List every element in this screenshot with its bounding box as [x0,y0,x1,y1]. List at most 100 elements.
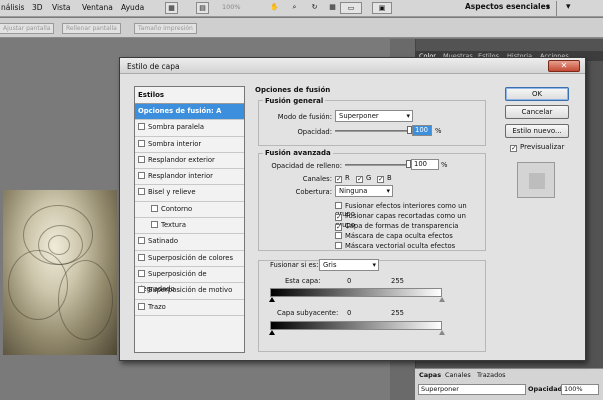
style-item-checkbox[interactable] [138,302,145,310]
cs-live-icon[interactable]: ▾ [566,2,571,12]
menu-ventana[interactable]: Ventana [82,3,113,12]
advanced-option-checkbox[interactable]: ✓ Capa de formas de transparencia [335,222,458,231]
layer-opacity-label: Opacidad: [528,385,565,393]
style-item[interactable]: Sombra interior [135,137,244,153]
fill-opacity-slider-track[interactable] [345,164,410,166]
print-size-button[interactable]: Tamaño impresión [134,23,197,34]
advanced-option-checkbox[interactable]: Máscara vectorial oculta efectos [335,242,455,250]
checkbox-box[interactable]: ✓ [335,214,342,221]
minibridge-icon[interactable]: ▤ [196,2,209,14]
underlying-black-handle[interactable] [269,330,275,335]
style-item-checkbox[interactable] [151,221,158,229]
bridge-icon[interactable]: ▦ [165,2,178,14]
ok-button[interactable]: OK [505,87,569,101]
style-item-checkbox[interactable] [138,172,145,180]
style-item-checkbox[interactable] [138,253,145,261]
style-item[interactable]: Contorno [135,202,244,219]
tab-canales[interactable]: Canales [445,371,471,379]
new-style-button[interactable]: Estilo nuevo... [505,124,569,138]
arrange-documents-icon[interactable]: ▭ [340,2,362,14]
knockout-label: Cobertura: [295,188,332,196]
tab-trazados[interactable]: Trazados [477,371,506,379]
tab-capas[interactable]: Capas [419,371,441,379]
underlying-white-handle[interactable] [439,330,445,335]
style-item[interactable]: Bisel y relieve [135,185,244,202]
style-item-checkbox[interactable] [138,188,145,196]
style-item[interactable]: Resplandor interior [135,169,244,186]
style-item[interactable]: Satinado [135,234,244,251]
this-layer-white-handle[interactable] [439,297,445,302]
knockout-select[interactable]: Ninguna [335,185,393,197]
layer-blend-mode-select[interactable]: Superponer [418,384,526,395]
blending-options-panel: Opciones de fusión Fusión general Modo d… [255,86,486,354]
style-item-checkbox[interactable] [138,123,145,131]
style-item-checkbox[interactable] [138,139,145,147]
style-item-label: Contorno [161,204,193,213]
checkbox-box[interactable] [335,232,342,239]
style-item-checkbox[interactable] [138,269,145,277]
style-item-label: Satinado [148,237,178,246]
fit-screen-button[interactable]: Ajustar pantalla [0,23,55,34]
style-item[interactable]: Opciones de fusión: A medida [135,104,244,130]
chevron-down-icon[interactable]: ▾ [546,3,550,11]
blend-mode-select[interactable]: Superponer [335,110,413,122]
menu-analisis[interactable]: nálisis [1,3,24,12]
workspace-switcher[interactable]: Aspectos esenciales [465,2,550,11]
channel-b-checkbox[interactable]: ✓ B [377,174,392,183]
channels-label: Canales: [302,175,332,183]
dialog-titlebar[interactable]: Estilo de capa ✕ [120,58,585,74]
style-item[interactable]: Trazo [135,300,244,316]
layer-opacity-field[interactable]: 100% [561,384,599,395]
screen-mode-icon[interactable]: ▣ [372,2,392,14]
style-item[interactable]: Resplandor exterior [135,153,244,170]
hand-icon[interactable]: ✋ [268,2,281,14]
style-item[interactable]: Textura [135,218,244,235]
channel-g-checkbox[interactable]: ✓ G [356,174,371,183]
menu-bar: nálisis 3D Vista Ventana Ayuda ▦ ▤ 100% … [0,0,603,17]
this-layer-max: 255 [391,277,404,285]
this-layer-label: Esta capa: [285,277,321,285]
style-item[interactable]: Superposición de colores [135,251,244,267]
checkbox-box[interactable]: ✓ [335,224,342,231]
zoom-icon[interactable]: ⌕ [288,2,301,14]
cancel-button[interactable]: Cancelar [505,105,569,119]
opacity-field[interactable]: 100 [412,125,432,136]
style-item-label: Textura [161,221,187,230]
advanced-option-checkbox[interactable]: Máscara de capa oculta efectos [335,232,453,240]
style-item[interactable]: Superposición de degradado [135,267,244,293]
styles-header[interactable]: Estilos [135,87,244,104]
menu-ayuda[interactable]: Ayuda [121,3,144,12]
style-item[interactable]: Superposición de motivo [135,283,244,300]
underlying-layer-label: Capa subyacente: [277,309,339,317]
checkbox-box[interactable] [335,242,342,249]
opacity-label: Opacidad: [297,128,332,136]
close-button[interactable]: ✕ [548,60,580,72]
channel-r-checkbox[interactable]: ✓ R [335,174,350,183]
fill-opacity-field[interactable]: 100 [411,159,439,170]
rotate-icon[interactable]: ↻ [308,2,321,14]
opacity-slider-track[interactable] [335,130,411,132]
underlying-min: 0 [347,309,352,317]
grid-icon[interactable]: ▦ [326,2,339,14]
blend-if-select[interactable]: Gris [319,259,379,271]
underlying-gradient [270,321,442,330]
styles-list: Estilos Opciones de fusión: A medida Somb… [134,86,245,353]
advanced-blending-title: Fusión avanzada [263,149,333,157]
advanced-option-label: Máscara vectorial oculta efectos [345,242,456,250]
style-item-checkbox[interactable] [151,204,158,212]
fill-screen-button[interactable]: Rellenar pantalla [62,23,121,34]
menu-vista[interactable]: Vista [52,3,71,12]
preview-checkbox[interactable]: ✓ Previsualizar [510,143,564,152]
style-item-checkbox[interactable] [138,237,145,245]
style-item[interactable]: Sombra paralela [135,120,244,137]
style-item-checkbox[interactable] [138,286,145,294]
style-item-checkbox[interactable] [138,155,145,163]
menu-3d[interactable]: 3D [32,3,43,12]
style-preview [517,162,555,198]
zoom-level[interactable]: 100% [222,3,241,11]
style-item-label: Resplandor interior [148,172,213,181]
blend-if-label: Fusionar si es: [270,261,319,269]
rose-photo [3,190,117,355]
this-layer-black-handle[interactable] [269,297,275,302]
checkbox-box[interactable] [335,202,342,209]
